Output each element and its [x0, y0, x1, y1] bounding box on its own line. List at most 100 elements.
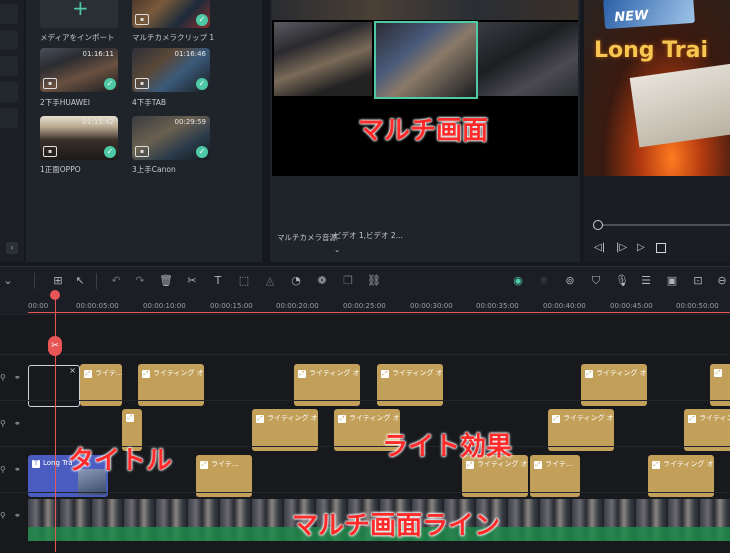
media-label: メディアをインポート [40, 33, 115, 42]
screen-icon[interactable]: ▣ [664, 273, 680, 289]
video-icon: ▪ [135, 146, 149, 157]
ruler-tick: 00:00:10:00 [143, 302, 186, 310]
player-canvas: NEW Long Trai [584, 0, 730, 176]
media-thumbnail[interactable]: 01:15:42 ▪ ✓ [40, 116, 118, 160]
media-label: 3上手Canon [132, 165, 176, 174]
ruler-tick: 00:00:20:00 [276, 302, 319, 310]
shield-icon[interactable]: ⛉ [588, 273, 604, 289]
side-nav-item[interactable] [0, 108, 18, 128]
progress-handle[interactable] [593, 220, 603, 230]
next-frame-icon[interactable]: |▷ [616, 242, 627, 253]
previous-frame-icon[interactable]: ◁| [594, 242, 605, 253]
close-icon[interactable]: × [69, 366, 76, 375]
check-icon: ✓ [196, 78, 208, 90]
layout-icon[interactable]: ⊞ [50, 273, 66, 289]
media-thumbnail[interactable]: 01:16:11 ▪ ✓ [40, 48, 118, 92]
chevron-down-icon: ⌄ [334, 245, 341, 254]
import-media-button[interactable]: + [40, 0, 118, 28]
render-icon[interactable]: ◉ [510, 273, 526, 289]
audio-source-value: ビデオ 1,ビデオ 2... [334, 231, 403, 240]
side-nav-item[interactable] [0, 56, 18, 76]
media-label: 1正面OPPO [40, 165, 81, 174]
left-side-panel: ‹ [0, 0, 24, 262]
side-nav-item[interactable] [0, 82, 18, 102]
ruler-tick: 00:00:45:00 [610, 302, 653, 310]
ruler-tick: 00:00:50:00 [676, 302, 719, 310]
dropdown-icon[interactable]: ⌄ [0, 273, 16, 289]
player-panel: NEW Long Trai ◁| |▷ ▷ [584, 0, 730, 262]
ruler-tick: 00:00:35:00 [476, 302, 519, 310]
ruler-tick: 00:00:40:00 [543, 302, 586, 310]
visibility-icon[interactable]: ⚭ [14, 373, 21, 382]
playhead[interactable] [55, 294, 56, 552]
redo-icon[interactable]: ↷ [132, 273, 148, 289]
zoom-out-icon[interactable]: ⊖ [714, 273, 730, 289]
camera-view[interactable] [272, 0, 578, 20]
video-icon: ▪ [135, 14, 149, 25]
timeline-ruler[interactable]: 00:00 00:00:05:00 00:00:10:00 00:00:15:0… [0, 294, 730, 314]
audio-source-select[interactable]: ビデオ 1,ビデオ 2... ⌄ [334, 229, 404, 254]
timeline-track: ⚲⚭ × ⤢ライテ... ⤢ライティング オ... ⤢ライティング オ... ⤢… [0, 354, 730, 407]
poster-image: NEW [603, 0, 695, 30]
ruler-tick: 00:00:30:00 [410, 302, 453, 310]
crop-icon[interactable]: ⬚ [236, 273, 252, 289]
video-icon: ▪ [43, 146, 57, 157]
subtitle-icon[interactable]: ☰ [638, 273, 654, 289]
lock-icon[interactable]: ⚲ [0, 419, 6, 428]
media-thumbnail[interactable]: 01:16:46 ▪ ✓ [132, 48, 210, 92]
stop-icon[interactable] [656, 243, 666, 253]
speed-icon[interactable]: ◔ [288, 273, 304, 289]
detach-icon[interactable]: ⛓ [366, 273, 382, 289]
collapse-icon[interactable]: ‹ [6, 242, 18, 254]
side-nav-item[interactable] [0, 30, 18, 50]
split-icon[interactable]: ✂ [48, 336, 62, 356]
range-line [28, 312, 730, 313]
divider [34, 273, 35, 289]
visibility-icon[interactable]: ⚭ [14, 511, 21, 520]
lighting-clip[interactable]: ⤢ライティング オ... [648, 455, 714, 497]
palette-icon[interactable]: ❁ [314, 273, 330, 289]
duration-label: 01:16:46 [174, 50, 206, 58]
camera-view-selected[interactable] [374, 21, 478, 99]
stage-light [629, 62, 730, 148]
color-icon[interactable]: ◬ [262, 273, 278, 289]
video-icon: ▪ [43, 78, 57, 89]
media-thumbnail[interactable]: ▪ ✓ [132, 0, 210, 28]
camera-view[interactable] [478, 22, 578, 96]
media-label: 4下手TAB [132, 98, 167, 107]
camera-icon[interactable]: ⌾ [536, 273, 552, 289]
video-title-text: Long Trai [594, 38, 709, 63]
visibility-icon[interactable]: ⚭ [14, 465, 21, 474]
microphone-icon[interactable]: 🎙 [614, 273, 630, 289]
camera-view[interactable] [274, 22, 372, 96]
text-icon[interactable]: T [210, 273, 226, 289]
check-icon: ✓ [196, 146, 208, 158]
select-tool-icon[interactable]: ↖ [72, 273, 88, 289]
duration-label: 00:29:59 [174, 118, 206, 126]
visibility-icon[interactable]: ⚭ [14, 419, 21, 428]
playhead-handle[interactable] [50, 290, 60, 300]
media-thumbnail[interactable]: 00:29:59 ▪ ✓ [132, 116, 210, 160]
ruler-tick: 00:00 [28, 302, 49, 310]
multicam-audio-label: マルチカメラ音源 [277, 233, 337, 242]
lock-icon[interactable]: ⚲ [0, 511, 6, 520]
progress-track[interactable] [596, 224, 730, 226]
lock-icon[interactable]: ⚲ [0, 373, 6, 382]
lighting-clip[interactable]: ⤢ライティング オ... [548, 409, 614, 451]
play-icon[interactable]: ▷ [637, 242, 645, 253]
plus-icon: + [72, 0, 89, 20]
record-icon[interactable]: ⊚ [562, 273, 578, 289]
check-icon: ✓ [104, 78, 116, 90]
side-nav-item[interactable] [0, 4, 18, 24]
cut-icon[interactable]: ✂ [184, 273, 200, 289]
fit-icon[interactable]: ⊡ [690, 273, 706, 289]
lighting-clip[interactable]: ⤢ライティング オ... [252, 409, 318, 451]
undo-icon[interactable]: ↶ [108, 273, 124, 289]
lighting-clip[interactable]: ⤢ ライテ... [196, 455, 252, 497]
lighting-clip[interactable]: ⤢ライティング オ... [684, 409, 730, 451]
lock-icon[interactable]: ⚲ [0, 465, 6, 474]
copy-icon[interactable]: ❐ [340, 273, 356, 289]
lighting-clip[interactable]: ⤢ ライテ... [530, 455, 580, 497]
multicam-canvas [272, 0, 578, 176]
delete-icon[interactable]: 🗑 [158, 273, 174, 289]
